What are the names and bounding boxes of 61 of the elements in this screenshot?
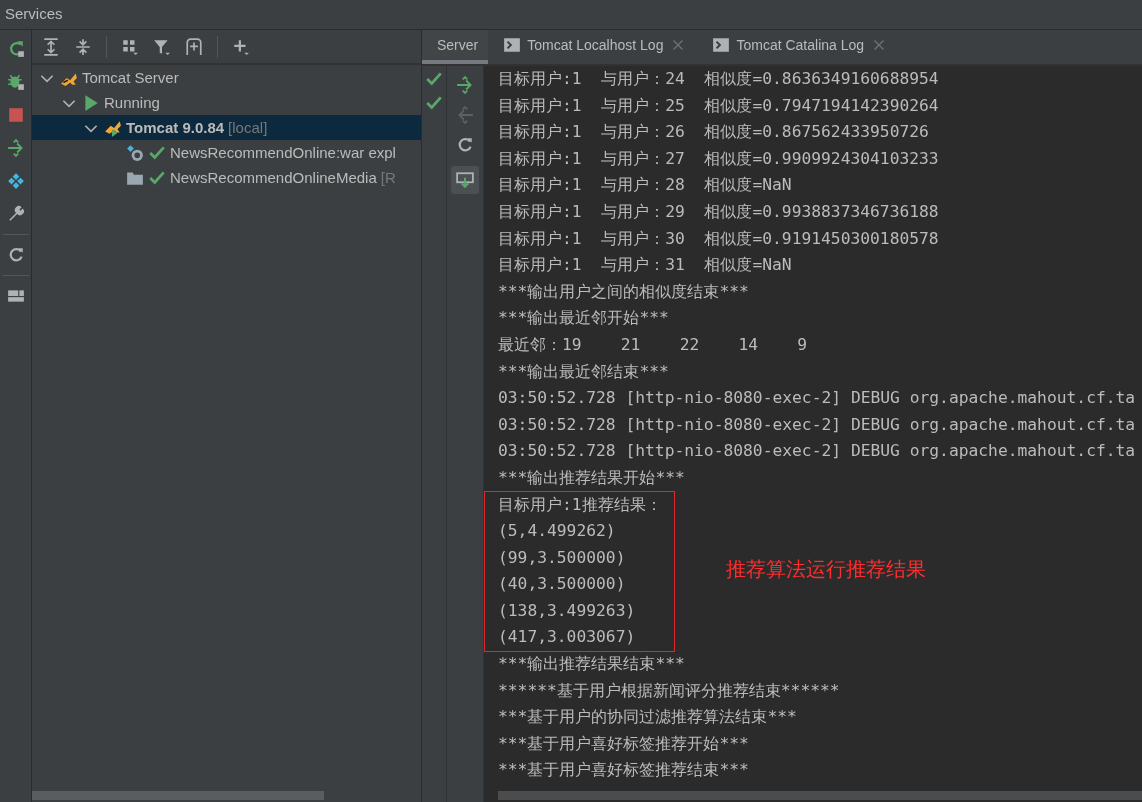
console-line: ***基于用户喜好标签推荐开始*** [498,732,750,755]
tab[interactable]: Tomcat Localhost Log [488,30,698,64]
console-line: ***基于用户喜好标签推荐结束*** [498,759,750,782]
debug-icon[interactable] [6,73,25,91]
scrollbar[interactable] [498,791,1142,800]
check-icon [425,70,443,88]
console-icon [503,36,522,54]
collapse-all-icon[interactable] [74,37,92,56]
check-icon [425,94,443,112]
console-line: 03:50:52.728 [http-nio-8080-exec-2] DEBUG org.apache.mahout.cf.ta [498,413,1137,436]
console-icon [712,36,731,54]
wrench-icon[interactable] [6,205,25,223]
console-line: ***输出推荐结果结束*** [498,653,686,676]
console-line: ***输出最近邻结束*** [498,360,670,383]
console-line: 最近邻：19 21 22 14 9 [498,333,809,356]
artifact-icon [126,143,144,162]
tab[interactable]: Server [422,30,489,64]
console-line: 目标用户:1推荐结果： [498,493,662,516]
expand-all-icon[interactable] [42,37,60,56]
console-line: ***基于用户的协同过滤推荐算法结束*** [498,706,798,729]
console-line: (138,3.499263) [498,599,637,622]
console-line: 目标用户:1 与用户：27 相似度=0.9909924304103233 [498,147,940,170]
tree-item[interactable]: NewsRecommendOnline:war expl [32,140,421,165]
console-line: 目标用户:1 与用户：31 相似度=NaN [498,254,793,277]
deploy-icon[interactable] [6,139,25,157]
services-icon[interactable] [6,172,25,190]
scrollbar[interactable] [32,791,324,800]
console-line: (417,3.003067) [498,626,637,649]
tree-item[interactable]: Tomcat Server [32,65,421,90]
tree-item[interactable]: Running [32,90,421,115]
console-line: 03:50:52.728 [http-nio-8080-exec-2] DEBUG org.apache.mahout.cf.ta [498,387,1137,410]
console-line: 目标用户:1 与用户：25 相似度=0.7947194142390264 [498,94,940,117]
group-icon[interactable] [121,37,139,56]
console-line: (5,4.499262) [498,520,617,543]
console-line: ***输出用户之间的相似度结束*** [498,280,750,303]
console-line: ******基于用户根据新闻评分推荐结束****** [498,679,841,702]
scroll-to-end-button[interactable] [451,166,479,194]
stop-icon[interactable] [6,106,25,124]
console-line: 目标用户:1 与用户：24 相似度=0.8636349160688954 [498,68,940,90]
console-line: 目标用户:1 与用户：29 相似度=0.9938837346736188 [498,200,940,223]
add-service-icon[interactable] [185,37,203,56]
run-icon [82,93,100,112]
console-line: 目标用户:1 与用户：28 相似度=NaN [498,174,793,197]
console-line: 目标用户:1 与用户：26 相似度=0.867562433950726 [498,121,930,144]
console-line: ***输出最近邻开始*** [498,307,670,330]
console-line: 目标用户:1 与用户：30 相似度=0.9191450300180578 [498,227,940,250]
layout-icon[interactable] [6,287,25,305]
filter-icon[interactable] [153,37,171,56]
tree-item[interactable]: NewsRecommendOnlineMedia [R [32,165,421,190]
tab[interactable]: Tomcat Catalina Log [697,30,899,64]
add-icon[interactable] [232,37,250,56]
console-line: 03:50:52.728 [http-nio-8080-exec-2] DEBUG org.apache.mahout.cf.ta [498,440,1137,463]
console-line: (40,3.500000) [498,573,627,596]
scroll-to-end-icon [456,171,474,189]
console-line: (99,3.500000) [498,546,627,569]
tree-item[interactable]: Tomcat 9.0.84 [local] [32,115,421,140]
deploy-icon[interactable] [456,76,474,94]
panel-title: Services [4,4,63,22]
refresh-icon[interactable] [456,136,474,154]
annotation-text: 推荐算法运行推荐结果 [726,557,926,582]
console-line: ***输出推荐结果开始*** [498,466,686,489]
